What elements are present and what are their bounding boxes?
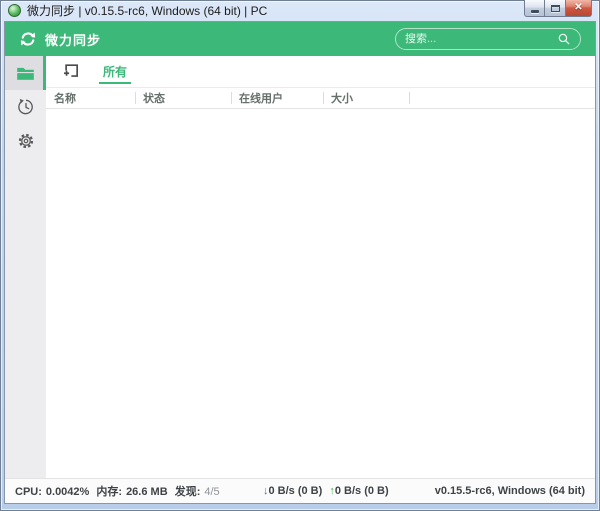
- column-header-size[interactable]: 大小: [323, 88, 409, 108]
- close-button[interactable]: ✕: [566, 0, 592, 17]
- column-header-name[interactable]: 名称: [46, 88, 135, 108]
- column-divider: [409, 88, 410, 108]
- transfer-stats: ↓0 B/s (0 B) ↑0 B/s (0 B): [263, 485, 389, 497]
- titlebar[interactable]: 微力同步 | v0.15.5-rc6, Windows (64 bit) | P…: [0, 0, 600, 21]
- app-window: 微力同步 | v0.15.5-rc6, Windows (64 bit) | P…: [0, 0, 600, 511]
- close-icon: ✕: [574, 2, 583, 13]
- system-stats: CPU: 0.0042% 内存: 26.6 MB 发现: 4/5: [15, 483, 220, 499]
- column-header-status[interactable]: 状态: [135, 88, 231, 108]
- app-header: 微力同步: [5, 22, 595, 56]
- download-speed: 0 B/s (0 B): [268, 485, 323, 497]
- folder-icon: [17, 67, 34, 80]
- sidebar: [5, 56, 46, 478]
- column-header-online-users[interactable]: 在线用户: [231, 88, 323, 108]
- tab-all[interactable]: 所有: [92, 56, 138, 88]
- history-icon: [17, 98, 33, 115]
- found-value: 4/5: [204, 486, 220, 498]
- window-controls: ✕: [524, 0, 592, 17]
- tab-all-label: 所有: [103, 65, 128, 79]
- folder-list-empty: [46, 109, 595, 478]
- version-text: v0.15.5-rc6, Windows (64 bit): [434, 485, 585, 497]
- upload-speed: 0 B/s (0 B): [334, 485, 389, 497]
- app-name: 微力同步: [45, 32, 102, 48]
- main-content: 所有 名称 状态 在线用户 大小: [46, 56, 595, 478]
- search-icon[interactable]: [557, 32, 571, 46]
- search-input[interactable]: [405, 33, 557, 45]
- cpu-value: 0.0042%: [45, 486, 90, 498]
- statusbar: CPU: 0.0042% 内存: 26.6 MB 发现: 4/5 ↓0 B/s (0 …: [5, 478, 595, 503]
- add-folder-button[interactable]: [57, 59, 83, 85]
- app-surface: 微力同步 搜索... 所有 名称 状态 在线用户 大小 CPU: 0.0042%…: [4, 21, 596, 504]
- table-header: 名称 状态 在线用户 大小: [46, 88, 595, 109]
- toolbar: 所有: [46, 56, 595, 88]
- minimize-icon: [530, 10, 539, 13]
- sidebar-item-folders[interactable]: [5, 56, 46, 90]
- found-label: 发现:: [174, 486, 201, 498]
- cpu-label: CPU:: [15, 486, 42, 498]
- search-box[interactable]: [395, 28, 581, 50]
- maximize-icon: [550, 4, 560, 12]
- memory-value: 26.6 MB: [126, 486, 168, 498]
- minimize-button[interactable]: [524, 0, 545, 17]
- sync-logo-icon: [20, 32, 36, 46]
- gear-icon: [18, 133, 33, 149]
- window-title: 微力同步 | v0.15.5-rc6, Windows (64 bit) | P…: [27, 4, 268, 18]
- sidebar-item-settings[interactable]: [5, 124, 46, 158]
- sidebar-item-history[interactable]: [5, 90, 46, 124]
- app-body: 所有 名称 状态 在线用户 大小: [5, 56, 595, 478]
- app-logo: 微力同步: [19, 30, 101, 49]
- memory-label: 内存:: [96, 486, 123, 498]
- maximize-button[interactable]: [545, 0, 566, 17]
- add-folder-icon: [63, 64, 78, 77]
- app-taskbar-icon: [8, 4, 21, 17]
